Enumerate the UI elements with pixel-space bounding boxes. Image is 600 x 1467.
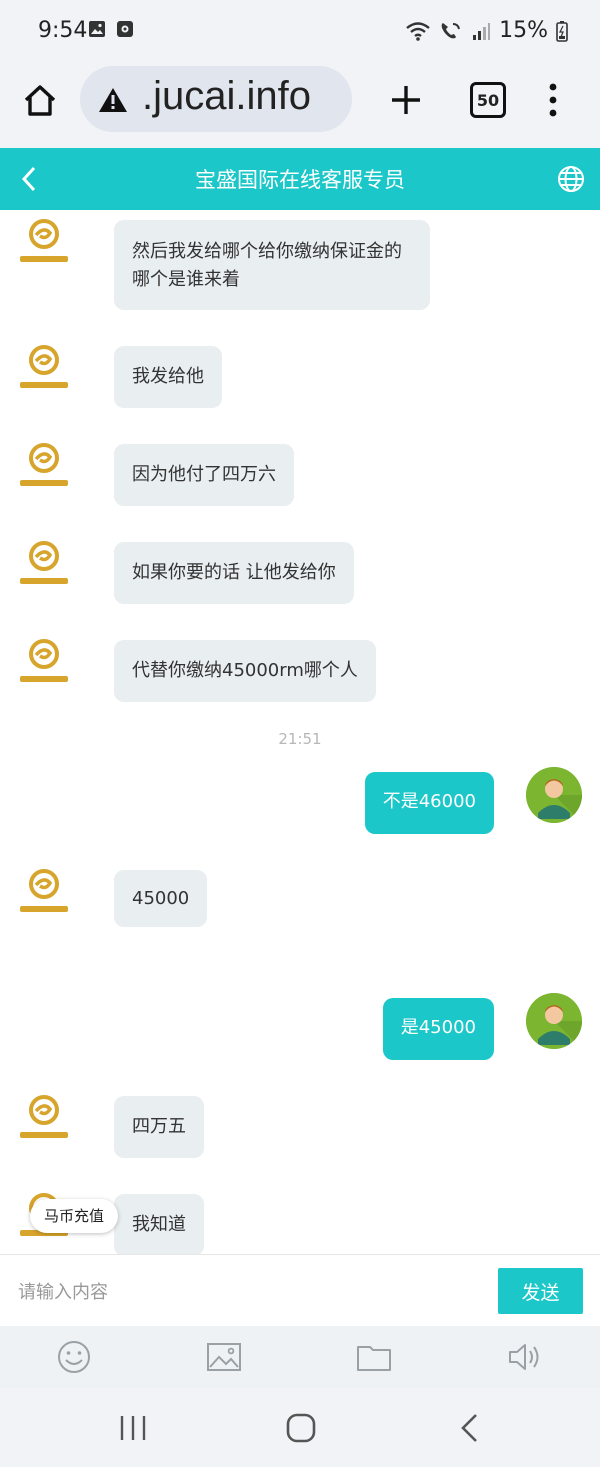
message-text: 因为他付了四万六	[132, 464, 276, 485]
message-outgoing: 是45000	[0, 992, 600, 1062]
company-logo-icon	[20, 869, 68, 912]
message-incoming: 如果你要的话 让他发给你	[0, 534, 600, 604]
message-text: 不是46000	[382, 791, 476, 812]
send-button[interactable]: 发送	[498, 1268, 583, 1314]
signal-icon	[473, 22, 491, 40]
message-bubble: 我发给他	[114, 346, 222, 408]
warning-icon[interactable]	[98, 86, 128, 114]
globe-icon[interactable]	[556, 164, 586, 194]
message-bubble: 如果你要的话 让他发给你	[114, 542, 354, 604]
tabs-icon[interactable]: 50	[470, 82, 506, 118]
message-text: 然后我发给哪个给你缴纳保证金的 哪个是谁来着	[132, 241, 402, 290]
folder-icon[interactable]	[356, 1340, 392, 1374]
chat-header: 宝盛国际在线客服专员	[0, 148, 600, 210]
message-incoming: 代替你缴纳45000rm哪个人	[0, 632, 600, 702]
battery-icon	[556, 20, 568, 42]
user-avatar-icon	[526, 993, 582, 1049]
more-vert-icon[interactable]	[545, 82, 561, 118]
message-outgoing: 不是46000	[0, 766, 600, 836]
message-text: 如果你要的话 让他发给你	[132, 562, 336, 583]
message-bubble: 是45000	[382, 998, 494, 1060]
company-logo-icon	[20, 443, 68, 486]
message-bubble: 四万五	[114, 1096, 204, 1158]
back-nav-icon[interactable]	[452, 1410, 488, 1446]
address-bar[interactable]: .jucai.info	[80, 66, 352, 132]
recent-apps-icon[interactable]	[115, 1410, 151, 1446]
wifi-icon	[406, 21, 430, 41]
company-logo-icon	[20, 345, 68, 388]
app-notification-icon	[117, 21, 133, 37]
message-incoming: 45000	[0, 862, 600, 932]
wifi-calling-icon	[441, 22, 461, 38]
recharge-button[interactable]: 马币充值	[30, 1199, 119, 1233]
company-logo-icon	[20, 639, 68, 682]
chat-toolbar	[0, 1326, 600, 1388]
message-input[interactable]	[16, 1271, 480, 1313]
message-incoming: 四万五	[0, 1088, 600, 1158]
image-icon[interactable]	[206, 1340, 242, 1374]
battery-text: 15%	[499, 18, 548, 43]
tab-count: 50	[476, 90, 500, 110]
message-text: 我知道	[132, 1214, 186, 1235]
message-composer: 发送	[0, 1254, 600, 1327]
message-text: 代替你缴纳45000rm哪个人	[132, 660, 358, 681]
page-title: 宝盛国际在线客服专员	[195, 168, 405, 192]
user-avatar-icon	[526, 767, 582, 823]
plus-icon[interactable]	[388, 82, 424, 118]
company-logo-icon	[20, 219, 68, 262]
emoji-icon[interactable]	[56, 1340, 92, 1374]
message-incoming: 因为他付了四万六	[0, 436, 600, 506]
message-text: 四万五	[132, 1116, 186, 1137]
system-nav-bar	[0, 1388, 600, 1467]
home-icon[interactable]	[20, 80, 60, 120]
message-bubble: 45000	[114, 870, 208, 927]
company-logo-icon	[20, 541, 68, 584]
message-bubble: 我知道	[114, 1194, 204, 1254]
gallery-icon	[89, 21, 105, 37]
message-text: 是45000	[400, 1017, 476, 1038]
status-time: 9:54	[38, 18, 88, 43]
message-incoming: 然后我发给哪个给你缴纳保证金的 哪个是谁来着	[0, 210, 600, 320]
url-text: .jucai.info	[142, 74, 311, 118]
status-bar: 9:54 15%	[0, 0, 600, 62]
message-list[interactable]: 然后我发给哪个给你缴纳保证金的 哪个是谁来着 我发给他 因为他付了四万六 如果你…	[0, 210, 600, 1254]
message-incoming: 我发给他	[0, 338, 600, 408]
message-bubble: 然后我发给哪个给你缴纳保证金的 哪个是谁来着	[114, 220, 430, 310]
message-bubble: 不是46000	[364, 772, 494, 834]
message-bubble: 代替你缴纳45000rm哪个人	[114, 640, 376, 702]
home-nav-icon[interactable]	[283, 1410, 319, 1446]
timestamp: 21:51	[278, 730, 322, 748]
message-text: 我发给他	[132, 366, 204, 387]
company-logo-icon	[20, 1095, 68, 1138]
browser-toolbar: .jucai.info 50	[0, 62, 600, 148]
message-bubble: 因为他付了四万六	[114, 444, 294, 506]
message-text: 45000	[132, 888, 190, 909]
volume-icon[interactable]	[506, 1340, 542, 1374]
